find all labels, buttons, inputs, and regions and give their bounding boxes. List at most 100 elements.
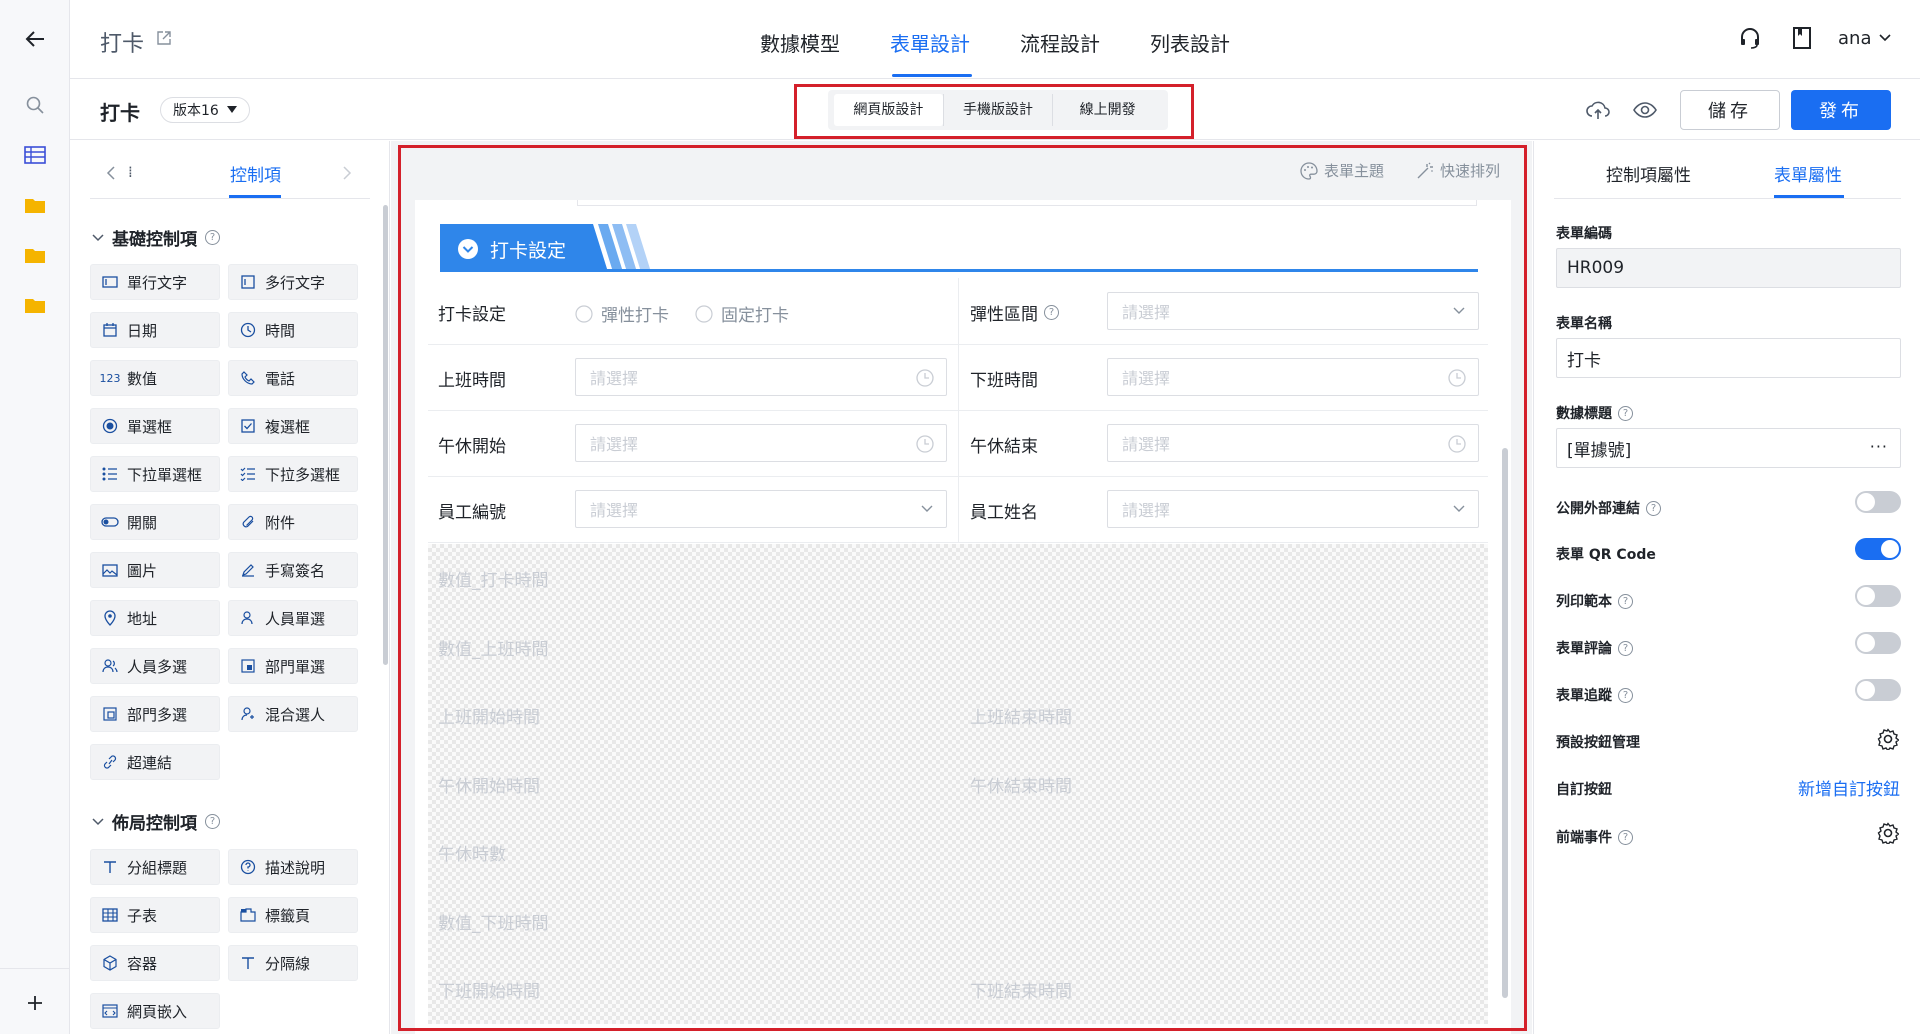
control-multi-text[interactable]: 多行文字 <box>228 264 358 300</box>
help-icon[interactable]: ? <box>1618 687 1633 703</box>
control-switch[interactable]: 開關 <box>90 504 220 540</box>
control-number[interactable]: 123 數值 <box>90 360 220 396</box>
control-web-embed[interactable]: 網頁嵌入 <box>90 993 220 1029</box>
help-icon[interactable]: ? <box>1618 829 1633 845</box>
headset-icon[interactable] <box>1738 26 1762 54</box>
controls-panel: ⁞ 控制項 基礎控制項 ? 單行文字 多行文字 日期 時間 123 數值 電話 單… <box>70 141 390 1034</box>
control-dropdown-single[interactable]: 下拉單選框 <box>90 456 220 492</box>
single-text-icon <box>101 273 119 291</box>
label-form-comment: 表單評論 ? <box>1556 638 1633 658</box>
toggle-print-template[interactable] <box>1855 585 1901 607</box>
chevron-left-icon[interactable] <box>106 165 116 184</box>
caret-down-icon <box>226 106 237 113</box>
label-public-link: 公開外部連結 ? <box>1556 498 1661 518</box>
input-data-title[interactable]: [單據號] ··· <box>1556 428 1901 468</box>
control-dept-single[interactable]: 部門單選 <box>228 648 358 684</box>
control-group-title[interactable]: 分組標題 <box>90 849 220 885</box>
toggle-form-comment[interactable] <box>1855 632 1901 654</box>
chevron-down-icon[interactable] <box>1878 30 1892 49</box>
save-button[interactable]: 儲存 <box>1680 90 1780 130</box>
help-icon[interactable]: ? <box>1646 500 1661 516</box>
multi-text-icon <box>239 273 257 291</box>
label-qr-code: 表單 QR Code <box>1556 547 1656 563</box>
help-icon[interactable]: ? <box>1618 405 1633 421</box>
multi-list-icon <box>239 465 257 483</box>
phone-icon <box>239 369 257 387</box>
control-hyperlink[interactable]: 超連結 <box>90 744 220 780</box>
control-attachment[interactable]: 附件 <box>228 504 358 540</box>
add-icon[interactable] <box>22 990 48 1016</box>
control-subtable[interactable]: 子表 <box>90 897 220 933</box>
control-mixed-select[interactable]: 混合選人 <box>228 696 358 732</box>
control-container[interactable]: 容器 <box>90 945 220 981</box>
image-icon <box>101 561 119 579</box>
control-radio[interactable]: 單選框 <box>90 408 220 444</box>
gear-icon[interactable] <box>1877 728 1900 754</box>
department-multi-icon <box>101 705 119 723</box>
tab-control-props[interactable]: 控制項屬性 <box>1606 161 1691 186</box>
back-arrow-icon[interactable] <box>22 26 48 52</box>
control-address[interactable]: 地址 <box>90 600 220 636</box>
toggle-form-track[interactable] <box>1855 679 1901 701</box>
help-icon[interactable]: ? <box>1618 593 1633 609</box>
list-icon[interactable] <box>22 142 48 168</box>
tab-flow-design[interactable]: 流程設計 <box>1020 28 1100 57</box>
toggle-icon <box>101 513 119 531</box>
book-icon[interactable] <box>1792 26 1812 54</box>
chevron-right-icon[interactable] <box>342 165 352 184</box>
control-signature[interactable]: 手寫簽名 <box>228 552 358 588</box>
tab-form-design[interactable]: 表單設計 <box>890 28 970 57</box>
checkbox-icon <box>239 417 257 435</box>
user-mixed-icon <box>239 705 257 723</box>
chevron-down-icon <box>92 233 104 241</box>
preview-eye-icon[interactable] <box>1633 100 1657 124</box>
cube-icon <box>101 954 119 972</box>
tab-data-model[interactable]: 數據模型 <box>760 28 840 57</box>
control-checkbox[interactable]: 複選框 <box>228 408 358 444</box>
control-image[interactable]: 圖片 <box>90 552 220 588</box>
control-divider[interactable]: 分隔線 <box>228 945 358 981</box>
input-form-name[interactable]: 打卡 <box>1556 338 1901 378</box>
help-icon[interactable]: ? <box>205 230 220 245</box>
control-dropdown-multi[interactable]: 下拉多選框 <box>228 456 358 492</box>
label-frontend-events: 前端事件 ? <box>1556 827 1633 847</box>
control-dept-multi[interactable]: 部門多選 <box>90 696 220 732</box>
control-tabs[interactable]: 標籤頁 <box>228 897 358 933</box>
toggle-public-link[interactable] <box>1855 491 1901 513</box>
cloud-upload-icon[interactable] <box>1586 99 1610 125</box>
control-time[interactable]: 時間 <box>228 312 358 348</box>
folder-icon[interactable] <box>22 242 48 268</box>
search-icon[interactable] <box>22 92 48 118</box>
pen-icon <box>239 561 257 579</box>
control-user-single[interactable]: 人員單選 <box>228 600 358 636</box>
more-horizontal-icon[interactable]: ··· <box>1870 437 1888 456</box>
tab-list-design[interactable]: 列表設計 <box>1150 28 1230 57</box>
users-icon <box>101 657 119 675</box>
more-vertical-icon[interactable]: ⁞ <box>128 163 133 181</box>
control-user-multi[interactable]: 人員多選 <box>90 648 220 684</box>
tab-controls[interactable]: 控制項 <box>230 161 281 186</box>
toggle-qr-code[interactable] <box>1855 538 1901 560</box>
control-phone[interactable]: 電話 <box>228 360 358 396</box>
control-date[interactable]: 日期 <box>90 312 220 348</box>
department-icon <box>239 657 257 675</box>
help-icon[interactable]: ? <box>205 814 220 829</box>
label-default-buttons: 預設按鈕管理 <box>1556 735 1640 751</box>
version-select[interactable]: 版本16 <box>160 97 250 123</box>
section-layout-controls[interactable]: 佈局控制項 ? <box>92 809 220 834</box>
gear-icon[interactable] <box>1877 822 1900 848</box>
add-custom-button-link[interactable]: 新增自訂按鈕 <box>1798 775 1900 800</box>
controls-scrollbar[interactable] <box>383 205 388 665</box>
control-description[interactable]: 描述說明 <box>228 849 358 885</box>
folder-icon[interactable] <box>22 192 48 218</box>
dropdown-list-icon <box>101 465 119 483</box>
question-circle-icon <box>239 858 257 876</box>
publish-button[interactable]: 發布 <box>1791 90 1891 130</box>
section-basic-controls[interactable]: 基礎控制項 ? <box>92 225 220 250</box>
location-pin-icon <box>101 609 119 627</box>
user-name[interactable]: ana <box>1838 28 1871 49</box>
help-icon[interactable]: ? <box>1618 640 1633 656</box>
folder-icon[interactable] <box>22 292 48 318</box>
control-single-text[interactable]: 單行文字 <box>90 264 220 300</box>
tab-form-props[interactable]: 表單屬性 <box>1774 161 1842 186</box>
